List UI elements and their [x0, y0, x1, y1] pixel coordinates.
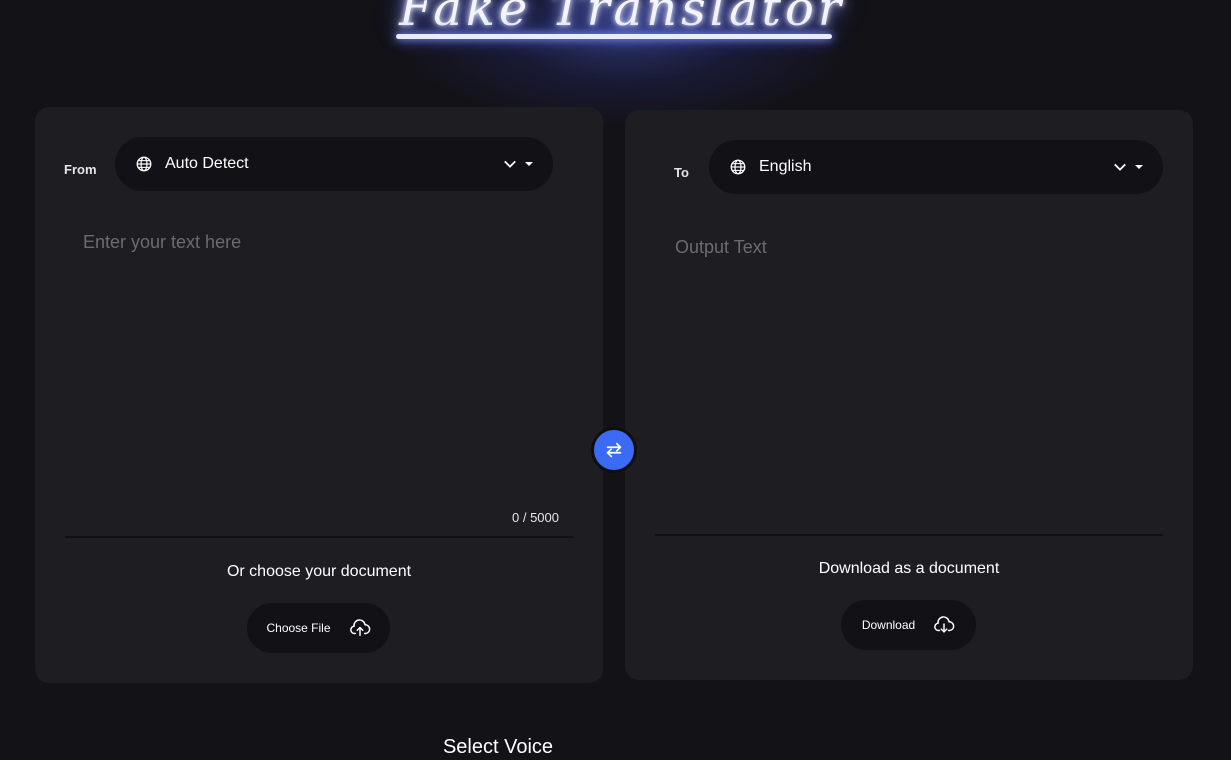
source-label: From	[64, 162, 97, 177]
source-text-input[interactable]	[83, 232, 573, 502]
caret-down-icon	[1135, 165, 1143, 169]
target-language-value: English	[759, 158, 812, 175]
cloud-upload-icon	[349, 619, 370, 637]
choose-document-heading: Or choose your document	[226, 563, 412, 580]
globe-icon	[136, 156, 152, 172]
chevron-down-icon	[1114, 163, 1126, 171]
download-label: Download	[861, 618, 916, 632]
character-counter: 0 / 5000	[512, 510, 559, 525]
target-language-select[interactable]: English	[709, 140, 1163, 194]
choose-file-button[interactable]: Choose File	[247, 603, 390, 653]
app-title-underline	[396, 34, 832, 39]
caret-down-icon	[525, 162, 533, 166]
output-text: Output Text	[675, 237, 767, 257]
source-panel: From Auto Detect 0 / 5000 Or choose your…	[35, 107, 603, 683]
cloud-download-icon	[934, 616, 955, 633]
swap-languages-button[interactable]	[591, 427, 637, 473]
source-divider	[65, 536, 573, 538]
source-language-value: Auto Detect	[165, 155, 249, 172]
download-button[interactable]: Download	[841, 600, 976, 650]
target-panel: To English Output Text Download as a doc…	[625, 110, 1193, 680]
select-voice-heading: Select Voice	[442, 736, 554, 758]
download-document-heading: Download as a document	[818, 560, 1000, 577]
target-divider	[655, 534, 1163, 536]
globe-icon	[730, 159, 746, 175]
choose-file-label: Choose File	[266, 621, 331, 635]
swap-arrows-icon	[606, 442, 622, 458]
target-label: To	[674, 165, 689, 180]
source-language-select[interactable]: Auto Detect	[115, 137, 553, 191]
chevron-down-icon	[504, 160, 516, 168]
